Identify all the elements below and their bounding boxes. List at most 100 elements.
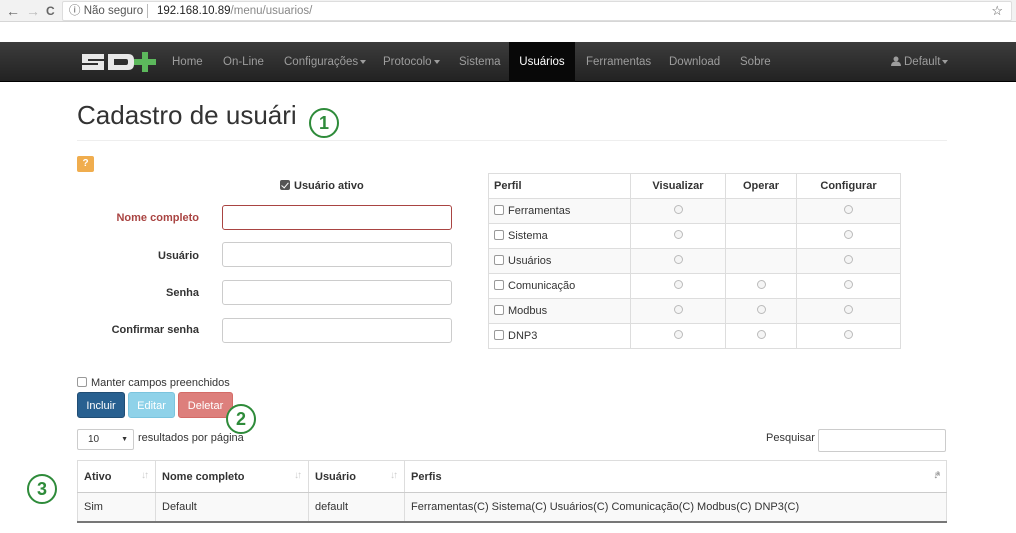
view-radio[interactable] — [673, 230, 683, 239]
delete-button[interactable]: Deletar — [178, 392, 233, 418]
configure-radio[interactable] — [844, 255, 853, 264]
view-radio[interactable] — [673, 330, 683, 339]
perm-header-profile: Perfil — [488, 173, 631, 199]
view-radio[interactable] — [673, 280, 683, 289]
title-divider — [77, 140, 947, 141]
perm-row: Sistema — [488, 223, 901, 249]
cell-profiles: Ferramentas(C) Sistema(C) Usuários(C) Co… — [404, 492, 947, 523]
caret-down-icon — [433, 59, 440, 64]
view-radio[interactable] — [673, 255, 683, 264]
bookmark-star-icon[interactable]: ☆ — [991, 2, 1003, 20]
nav-configuracoes[interactable]: Configurações — [284, 42, 367, 82]
checkbox-icon[interactable] — [494, 280, 504, 290]
annotation-badge-2: 2 — [226, 404, 256, 434]
perm-row: Ferramentas — [488, 198, 901, 224]
table-row[interactable]: Sim Default default Ferramentas(C) Sistema(… — [77, 492, 947, 523]
edit-button[interactable]: Editar — [128, 392, 175, 418]
nav-protocolo-label: Protocolo — [383, 56, 432, 68]
cell-username: default — [308, 492, 405, 523]
confirm-password-input[interactable] — [222, 318, 452, 343]
security-indicator[interactable]: ⓘ Não seguro — [69, 2, 143, 20]
perm-header-view: Visualizar — [630, 173, 726, 199]
perm-configure-cell — [796, 273, 901, 299]
perm-profile-cell: Sistema — [488, 223, 631, 249]
forward-icon[interactable]: → — [26, 2, 40, 20]
checkbox-icon[interactable] — [77, 377, 87, 387]
view-radio[interactable] — [673, 305, 683, 314]
sort-ascending-icon: ↓ᵃ — [933, 470, 940, 481]
perm-row: Usuários — [488, 248, 901, 274]
nav-online[interactable]: On-Line — [223, 42, 264, 82]
nav-protocolo[interactable]: Protocolo — [383, 42, 440, 82]
select-arrow-icon: ▼ — [121, 436, 128, 443]
nav-user-label: Default — [904, 56, 941, 68]
col-header-profiles-label: Perfis — [411, 470, 442, 483]
nav-sobre[interactable]: Sobre — [740, 42, 771, 82]
brand-logo[interactable] — [80, 50, 160, 74]
url-path: /menu/usuarios/ — [230, 5, 313, 17]
nav-download[interactable]: Download — [669, 42, 720, 82]
configure-radio[interactable] — [844, 280, 853, 289]
col-header-active[interactable]: Ativo ↓↑ — [77, 460, 156, 493]
nav-ferramentas[interactable]: Ferramentas — [586, 42, 651, 82]
address-bar[interactable]: ⓘ Não seguro 192.168.10.89/menu/usuarios… — [62, 1, 1012, 21]
user-icon — [891, 56, 901, 66]
username-input[interactable] — [222, 242, 452, 267]
operate-radio[interactable] — [756, 330, 766, 339]
active-user-checkbox[interactable]: Usuário ativo — [280, 180, 364, 192]
perm-profile-cell: Ferramentas — [488, 198, 631, 224]
perm-header-operate: Operar — [725, 173, 797, 199]
col-header-username[interactable]: Usuário ↓↑ — [308, 460, 405, 493]
perm-configure-cell — [796, 223, 901, 249]
col-header-full-name-label: Nome completo — [162, 470, 245, 483]
perm-header-configure: Configurar — [796, 173, 901, 199]
page-title: Cadastro de usuári — [77, 100, 297, 130]
configure-radio[interactable] — [844, 330, 853, 339]
perm-view-cell — [630, 273, 726, 299]
perm-configure-cell — [796, 323, 901, 349]
nav-home[interactable]: Home — [172, 42, 203, 82]
perm-operate-cell — [725, 298, 797, 324]
back-icon[interactable]: ← — [6, 2, 20, 20]
perm-row: Modbus — [488, 298, 901, 324]
help-button[interactable]: ? — [77, 156, 94, 172]
annotation-badge-3: 3 — [27, 474, 57, 504]
nav-sistema[interactable]: Sistema — [459, 42, 501, 82]
configure-radio[interactable] — [844, 305, 853, 314]
sort-icon: ↓↑ — [294, 470, 302, 481]
perm-profile-name: Comunicação — [508, 280, 576, 292]
operate-radio[interactable] — [756, 280, 766, 289]
nav-user-menu[interactable]: Default — [891, 42, 949, 82]
keep-fields-label: Manter campos preenchidos — [91, 377, 230, 389]
confirm-password-label: Confirmar senha — [111, 324, 199, 336]
configure-radio[interactable] — [844, 205, 853, 214]
reload-icon[interactable]: C — [46, 2, 55, 20]
annotation-badge-1: 1 — [309, 108, 339, 138]
full-name-input[interactable] — [222, 205, 452, 230]
include-button[interactable]: Incluir — [77, 392, 125, 418]
nav-usuarios[interactable]: Usuários — [509, 42, 575, 82]
active-user-label: Usuário ativo — [294, 180, 364, 192]
checkbox-icon[interactable] — [494, 330, 504, 340]
caret-down-icon — [360, 59, 367, 64]
checkbox-icon[interactable] — [494, 255, 504, 265]
col-header-full-name[interactable]: Nome completo ↓↑ — [155, 460, 309, 493]
permissions-table: Perfil Visualizar Operar Configurar Ferr… — [488, 173, 901, 349]
checkbox-icon[interactable] — [494, 305, 504, 315]
page-length-select[interactable]: 10 ▼ — [77, 429, 134, 450]
perm-view-cell — [630, 223, 726, 249]
checkbox-icon[interactable] — [494, 230, 504, 240]
perm-profile-name: Sistema — [508, 230, 548, 242]
view-radio[interactable] — [673, 205, 683, 214]
search-input[interactable] — [818, 429, 946, 452]
checkbox-checked-icon[interactable] — [280, 180, 290, 190]
checkbox-icon[interactable] — [494, 205, 504, 215]
keep-fields-checkbox[interactable]: Manter campos preenchidos — [77, 377, 230, 389]
col-header-profiles[interactable]: Perfis ↓ᵃ — [404, 460, 947, 493]
search-label: Pesquisar — [766, 432, 815, 444]
perm-operate-cell — [725, 323, 797, 349]
password-input[interactable] — [222, 280, 452, 305]
configure-radio[interactable] — [844, 230, 853, 239]
operate-radio[interactable] — [756, 305, 766, 314]
perm-profile-cell: DNP3 — [488, 323, 631, 349]
